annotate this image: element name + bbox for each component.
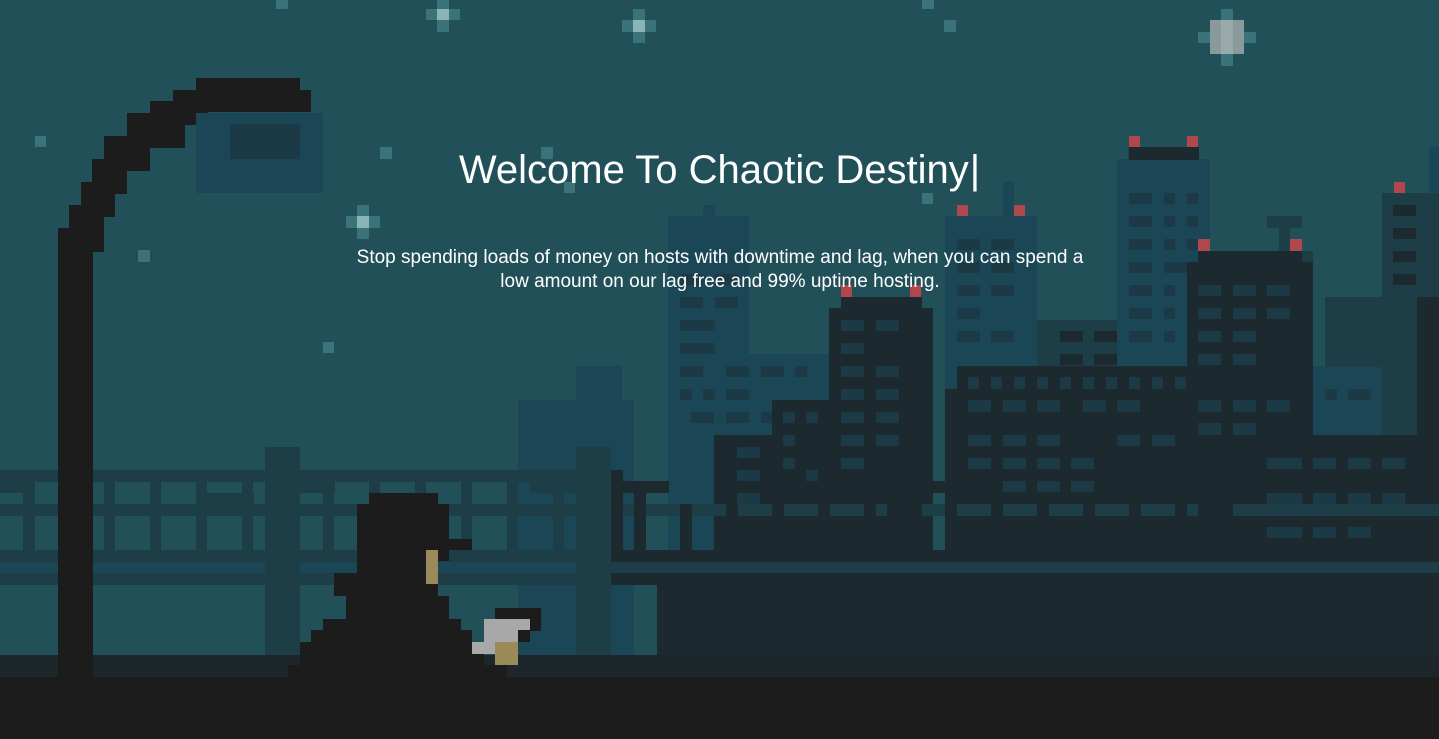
typing-cursor: |: [969, 148, 981, 192]
road: [0, 677, 1439, 739]
hero-title-text: Welcome To Chaotic Destiny: [458, 148, 969, 192]
hero-subtitle: Stop spending loads of money on hosts wi…: [356, 247, 1084, 292]
pixel-city-background: [0, 0, 1439, 739]
hero-title: Welcome To Chaotic Destiny|: [0, 146, 1439, 194]
ground: [0, 655, 1439, 677]
